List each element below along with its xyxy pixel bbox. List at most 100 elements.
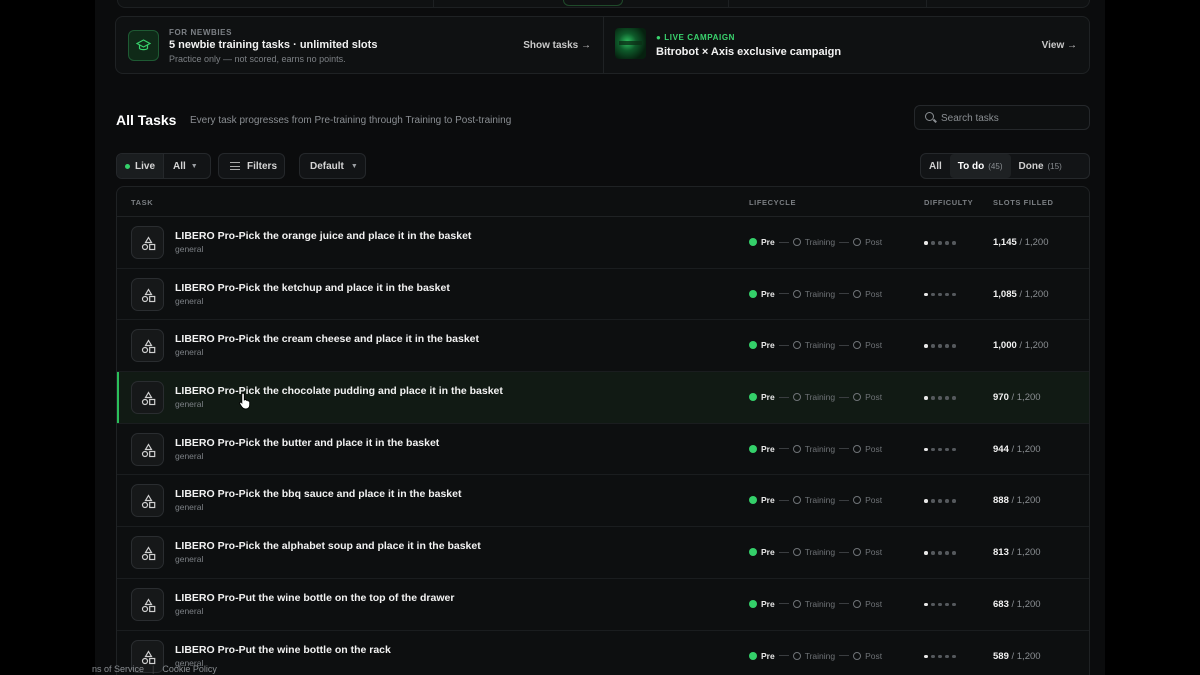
difficulty-dot — [924, 447, 928, 452]
difficulty-dot — [938, 551, 942, 555]
table-row[interactable]: LIBERO Pro-Pick the butter and place it … — [117, 424, 1089, 476]
stage-label-post: Post — [865, 392, 883, 403]
stage-connector — [778, 499, 789, 501]
difficulty-dot — [952, 654, 956, 658]
cookie-policy-link[interactable]: Cookie Policy — [162, 664, 217, 674]
slots-filled-count: 1,085 — [993, 288, 1017, 300]
status-dropdown[interactable]: All ▼ — [164, 161, 207, 172]
stage-pending-icon — [792, 599, 801, 608]
column-header-lifecycle: LIFECYCLE — [749, 198, 797, 207]
stage-connector — [839, 551, 850, 553]
task-title[interactable]: LIBERO Pro-Pick the cream cheese and pla… — [175, 333, 479, 345]
slots-total: / 1,200 — [1011, 598, 1041, 610]
difficulty-dot — [945, 499, 949, 503]
stage-label-post: Post — [865, 237, 883, 247]
stage-connector — [778, 241, 789, 243]
lifecycle-progress: Pre Training Post — [749, 444, 882, 454]
task-title[interactable]: LIBERO Pro-Pick the butter and place it … — [175, 437, 439, 449]
task-shapes-icon — [131, 381, 164, 415]
table-row[interactable]: LIBERO Pro-Pick the orange juice and pla… — [117, 217, 1089, 269]
stage-connector — [839, 448, 850, 450]
difficulty-dot — [945, 344, 949, 348]
search-input[interactable] — [941, 110, 1081, 126]
table-row[interactable]: LIBERO Pro-Pick the cream cheese and pla… — [117, 320, 1089, 373]
search-icon — [925, 112, 934, 121]
lifecycle-progress: Pre Training Post — [749, 340, 882, 350]
slots-filled-count: 888 — [993, 495, 1009, 507]
newbie-card[interactable]: FOR NEWBIES 5 newbie training tasks · un… — [116, 17, 604, 73]
campaign-eyebrow: ● LIVE CAMPAIGN — [656, 33, 736, 42]
task-title[interactable]: LIBERO Pro-Pick the ketchup and place it… — [175, 282, 450, 294]
sort-label: Default — [310, 160, 344, 172]
filters-button[interactable]: Filters — [218, 153, 285, 179]
search-box[interactable] — [914, 105, 1090, 130]
difficulty-dot — [945, 551, 949, 555]
campaign-card[interactable]: ● LIVE CAMPAIGN Bitrobot × Axis exclusiv… — [604, 17, 1089, 73]
slots-filled: 589 / 1,200 — [993, 651, 1041, 662]
difficulty-dot — [924, 396, 928, 400]
tab-todo[interactable]: To do (45) — [949, 154, 1011, 178]
table-row[interactable]: LIBERO Pro-Pick the ketchup and place it… — [117, 269, 1089, 321]
slots-filled: 944 / 1,200 — [993, 444, 1041, 455]
slots-filled: 1,000 / 1,200 — [993, 340, 1048, 351]
stage-label-pre: Pre — [761, 237, 775, 247]
stage-complete-icon — [749, 444, 757, 453]
stage-pending-icon — [853, 341, 862, 350]
stage-pending-icon — [853, 599, 862, 608]
task-title[interactable]: LIBERO Pro-Pick the chocolate pudding an… — [175, 385, 503, 397]
newbie-title: 5 newbie training tasks · unlimited slot… — [169, 39, 378, 51]
stage-label-post: Post — [865, 495, 883, 506]
live-toggle[interactable]: Live — [117, 154, 165, 178]
stage-connector — [778, 551, 789, 553]
table-row[interactable]: LIBERO Pro-Pick the alphabet soup and pl… — [117, 527, 1089, 579]
difficulty-rating — [924, 396, 956, 400]
slots-total: / 1,200 — [1011, 650, 1041, 662]
campaign-view-link[interactable]: View → — [1042, 40, 1077, 51]
slots-filled: 888 / 1,200 — [993, 495, 1041, 506]
show-tasks-link[interactable]: Show tasks → — [523, 40, 591, 51]
mouse-pointer-icon — [239, 392, 251, 410]
stage-connector — [839, 603, 850, 605]
caret-down-icon: ▼ — [350, 162, 358, 170]
task-title[interactable]: LIBERO Pro-Pick the bbq sauce and place … — [175, 488, 461, 500]
slots-filled-count: 944 — [993, 443, 1009, 455]
stage-complete-icon — [749, 341, 757, 350]
task-title[interactable]: LIBERO Pro-Put the wine bottle on the to… — [175, 592, 454, 604]
difficulty-dot — [938, 292, 942, 297]
table-row[interactable]: LIBERO Pro-Put the wine bottle on the ra… — [117, 631, 1089, 675]
difficulty-dot — [938, 447, 942, 452]
slots-filled-count: 589 — [993, 650, 1009, 662]
stage-connector — [839, 293, 850, 295]
stage-pending-icon — [792, 289, 801, 298]
tab-done[interactable]: Done (15) — [1011, 154, 1070, 178]
terms-link[interactable]: ns of Service — [92, 664, 144, 674]
difficulty-dot — [924, 241, 928, 245]
top-panel-edge — [117, 0, 1090, 8]
page-subtitle: Every task progresses from Pre-training … — [190, 115, 512, 126]
stage-label-training: Training — [804, 340, 836, 351]
tab-label: To do — [957, 160, 985, 172]
stage-label-training: Training — [804, 650, 836, 661]
task-title[interactable]: LIBERO Pro-Pick the orange juice and pla… — [175, 230, 471, 242]
table-row[interactable]: LIBERO Pro-Pick the bbq sauce and place … — [117, 475, 1089, 528]
table-row[interactable]: LIBERO Pro-Pick the chocolate pudding an… — [117, 372, 1089, 424]
task-title[interactable]: LIBERO Pro-Put the wine bottle on the ra… — [175, 644, 391, 656]
difficulty-dot — [924, 551, 928, 555]
slots-total: / 1,200 — [1011, 392, 1041, 404]
stage-label-training: Training — [804, 237, 836, 247]
status-tabs: All To do (45) Done (15) — [920, 153, 1090, 179]
difficulty-dot — [952, 551, 956, 555]
stage-pending-icon — [853, 238, 862, 246]
sort-dropdown[interactable]: Default ▼ — [299, 153, 366, 179]
slots-filled-count: 970 — [993, 392, 1009, 404]
tab-all[interactable]: All — [921, 154, 950, 178]
stage-label-pre: Pre — [761, 547, 775, 558]
tasks-table: TASK LIFECYCLE DIFFICULTY SLOTS FILLED L… — [116, 186, 1090, 675]
stage-pending-icon — [792, 393, 801, 402]
table-row[interactable]: LIBERO Pro-Put the wine bottle on the to… — [117, 579, 1089, 631]
difficulty-dot — [938, 654, 942, 658]
stage-complete-icon — [749, 599, 757, 608]
difficulty-rating — [924, 292, 956, 297]
task-title[interactable]: LIBERO Pro-Pick the alphabet soup and pl… — [175, 540, 481, 552]
stage-pending-icon — [792, 548, 801, 557]
